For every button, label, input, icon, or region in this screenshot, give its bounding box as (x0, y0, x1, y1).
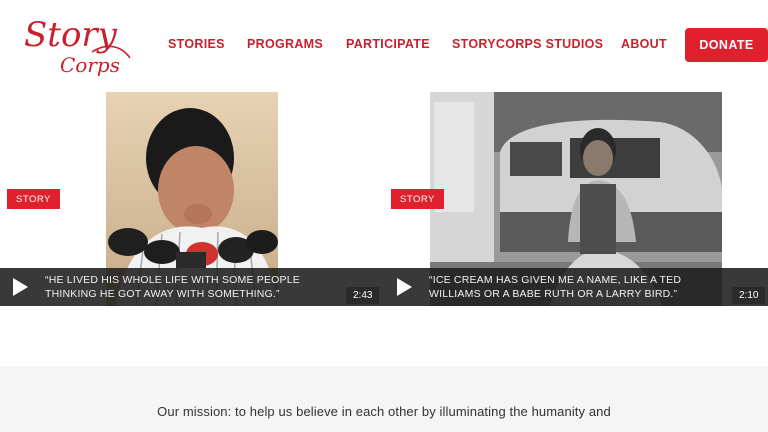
logo-word-corps: Corps (60, 53, 120, 77)
story-badge: STORY (7, 189, 60, 209)
site-header: Story Corps STORIES PROGRAMS PARTICIPATE… (0, 0, 768, 90)
story-caption-bar: “HE LIVED HIS WHOLE LIFE WITH SOME PEOPL… (0, 268, 384, 306)
storycorps-logo-icon: Story Corps (24, 15, 131, 77)
donate-button[interactable]: DONATE (685, 28, 768, 62)
story-duration: 2:43 (346, 287, 380, 304)
story-quote[interactable]: “ICE CREAM HAS GIVEN ME A NAME, LIKE A T… (429, 273, 719, 301)
nav-participate[interactable]: PARTICIPATE (346, 37, 430, 51)
logo-word-story: Story (24, 15, 118, 55)
nav-stories[interactable]: STORIES (168, 37, 225, 51)
story-quote[interactable]: “HE LIVED HIS WHOLE LIFE WITH SOME PEOPL… (45, 273, 335, 301)
play-icon (13, 278, 28, 296)
story-duration: 2:10 (732, 287, 766, 304)
play-button[interactable] (384, 268, 424, 306)
nav-about[interactable]: ABOUT (621, 37, 667, 51)
play-icon (397, 278, 412, 296)
nav-programs[interactable]: PROGRAMS (247, 37, 323, 51)
story-caption-bar: “ICE CREAM HAS GIVEN ME A NAME, LIKE A T… (384, 268, 768, 306)
nav-storycorps-studios[interactable]: STORYCORPS STUDIOS (452, 37, 603, 51)
mission-statement: Our mission: to help us believe in each … (157, 404, 611, 419)
play-button[interactable] (0, 268, 40, 306)
story-badge: STORY (391, 189, 444, 209)
mission-section (0, 366, 768, 432)
storycorps-logo[interactable]: Story Corps (22, 12, 140, 84)
